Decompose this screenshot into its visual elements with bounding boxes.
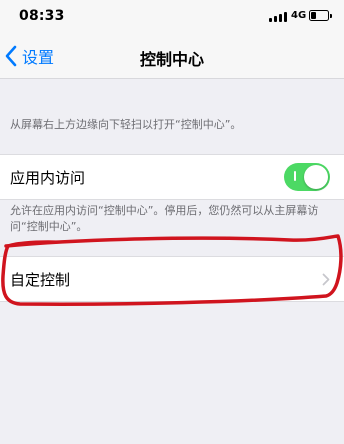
- chevron-right-icon: [322, 273, 330, 286]
- section-header: 从屏幕右上方边缘向下轻扫以打开“控制中心”。: [10, 118, 242, 131]
- page-title: 控制中心: [139, 50, 204, 69]
- signal-bars-icon: [269, 11, 287, 22]
- customize-controls-label: 自定控制: [10, 271, 71, 289]
- battery-icon: [309, 10, 332, 21]
- access-in-apps-footer: 允许在应用内访问“控制中心”。停用后，您仍然可以从主屏幕访问“控制中心”。: [10, 204, 319, 233]
- network-type: 4G: [291, 10, 307, 21]
- status-bar: 08:33 4G: [0, 0, 344, 34]
- toggle-on-mark: [294, 171, 296, 181]
- toggle-knob: [304, 165, 328, 189]
- navigation-bar: 设置 控制中心: [0, 34, 344, 79]
- access-in-apps-toggle[interactable]: [284, 163, 330, 191]
- status-time: 08:33: [19, 8, 65, 24]
- customize-controls-row[interactable]: 自定控制: [0, 256, 344, 302]
- access-in-apps-label: 应用内访问: [10, 169, 86, 187]
- access-in-apps-row: 应用内访问: [0, 154, 344, 200]
